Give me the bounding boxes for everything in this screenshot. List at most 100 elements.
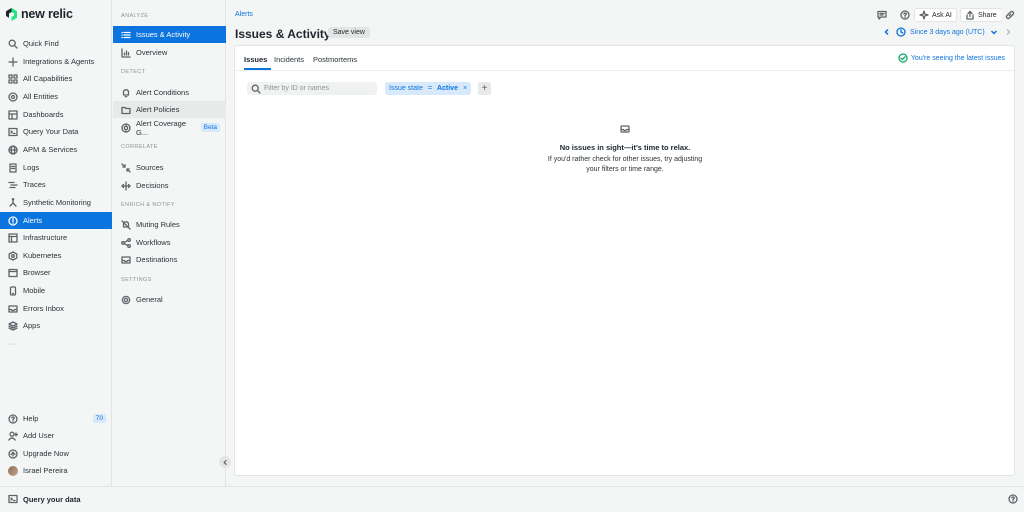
- nav-item-synthetic-monitoring[interactable]: Synthetic Monitoring: [0, 194, 112, 211]
- help-icon: [8, 413, 18, 424]
- time-range-picker: Since 3 days ago (UTC): [882, 26, 1013, 38]
- nav-item-label: Quick Find: [23, 39, 59, 48]
- feedback-button[interactable]: [873, 8, 891, 22]
- link-icon: [1005, 10, 1015, 20]
- nav-item-browser[interactable]: Browser: [0, 264, 112, 281]
- query-your-data-label: Query your data: [23, 494, 81, 504]
- nav-item-label: Infrastructure: [23, 233, 68, 242]
- subnav-item-general[interactable]: General: [113, 291, 226, 308]
- help-count-badge: 70: [92, 414, 106, 423]
- time-prev-button[interactable]: [882, 26, 892, 38]
- gear-icon: [121, 295, 131, 305]
- nav-item-apps[interactable]: Apps: [0, 317, 112, 334]
- infrastructure-icon: [8, 232, 18, 243]
- nav-item-integrations-agents[interactable]: Integrations & Agents: [0, 53, 112, 70]
- nav-item-quick-find[interactable]: Quick Find: [0, 35, 112, 52]
- sources-icon: [121, 162, 131, 173]
- alert-icon: [8, 215, 18, 226]
- nav-item-upgrade-now[interactable]: Upgrade Now: [0, 445, 112, 462]
- tab-issues[interactable]: Issues: [244, 55, 267, 64]
- nav-item-query-your-data[interactable]: Query Your Data: [0, 123, 112, 140]
- time-range-dropdown[interactable]: [989, 26, 999, 38]
- share-button[interactable]: Share: [960, 8, 1002, 22]
- subnav-item-alert-policies[interactable]: Alert Policies: [113, 101, 226, 118]
- coverage-icon: [121, 122, 131, 133]
- search-icon: [251, 84, 261, 94]
- nav-item-all-capabilities[interactable]: All Capabilities: [0, 70, 112, 87]
- nav-item-all-entities[interactable]: All Entities: [0, 88, 112, 105]
- save-view-button[interactable]: Save view: [328, 27, 370, 38]
- nav-item-infrastructure[interactable]: Infrastructure: [0, 229, 112, 246]
- empty-state: No issues in sight—it's time to relax. I…: [545, 124, 705, 175]
- time-range-label[interactable]: Since 3 days ago (UTC): [910, 29, 985, 36]
- nav-item-mobile[interactable]: Mobile: [0, 282, 112, 299]
- nav-item-dashboards[interactable]: Dashboards: [0, 106, 112, 123]
- nav-item-traces[interactable]: Traces: [0, 176, 112, 193]
- nav-item-logs[interactable]: Logs: [0, 159, 112, 176]
- remove-filter-button[interactable]: ×: [463, 85, 467, 92]
- tab-postmortems[interactable]: Postmortems: [313, 55, 357, 64]
- page-title: Issues & Activity: [235, 27, 331, 41]
- subnav-item-decisions[interactable]: Decisions: [113, 177, 226, 194]
- nav-item-label: Help: [23, 414, 39, 423]
- subnav-item-muting-rules[interactable]: Muting Rules: [113, 216, 226, 233]
- section-heading-detect: DETECT: [121, 69, 146, 75]
- nav-item-apm-services[interactable]: APM & Services: [0, 141, 112, 158]
- filter-search-box[interactable]: [247, 82, 377, 95]
- synthetic-icon: [8, 197, 18, 208]
- dashboard-icon: [8, 109, 18, 120]
- issue-state-filter-chip[interactable]: Issue state = Active ×: [385, 82, 472, 95]
- nav-item-kubernetes[interactable]: Kubernetes: [0, 247, 112, 264]
- subnav-item-label: Alert Conditions: [136, 88, 189, 97]
- logs-icon: [8, 162, 18, 173]
- subnav-item-label: Alert Coverage G...: [136, 118, 187, 137]
- help-icon: [900, 10, 910, 20]
- subnav-item-alert-coverage[interactable]: Alert Coverage G... Beta: [113, 118, 226, 137]
- subnav-item-issues-activity[interactable]: Issues & Activity: [113, 26, 226, 43]
- time-next-button[interactable]: [1003, 26, 1013, 38]
- filter-chip-key: Issue state: [389, 85, 423, 92]
- nav-more-button[interactable]: ···: [0, 335, 112, 352]
- help-button[interactable]: [896, 8, 914, 22]
- nav-item-add-user[interactable]: Add User: [0, 427, 112, 444]
- inbox-icon: [620, 124, 630, 134]
- query-your-data-button[interactable]: Query your data: [8, 494, 81, 504]
- nav-item-user-profile[interactable]: Israel Pereira: [0, 462, 112, 479]
- alerts-secondary-nav: ANALYZE Issues & Activity Overview DETEC…: [113, 0, 226, 486]
- grid-icon: [8, 73, 18, 84]
- nav-item-label: All Entities: [23, 92, 59, 101]
- tab-incidents[interactable]: Incidents: [274, 55, 304, 64]
- nav-item-alerts[interactable]: Alerts: [0, 212, 112, 229]
- mobile-icon: [8, 285, 18, 296]
- nav-item-label: Apps: [23, 321, 41, 330]
- nav-item-label: Synthetic Monitoring: [23, 198, 91, 207]
- section-heading-enrich-notify: ENRICH & NOTIFY: [121, 202, 175, 208]
- new-relic-logo[interactable]: new relic: [6, 7, 73, 21]
- bottom-help-button[interactable]: [1008, 494, 1018, 506]
- globe-icon: [8, 144, 18, 155]
- empty-state-description: If you'd rather check for other issues, …: [547, 156, 703, 174]
- nav-item-label: Upgrade Now: [23, 449, 69, 458]
- nav-item-label: Query Your Data: [23, 127, 79, 136]
- new-relic-logo-icon: [6, 7, 17, 21]
- subnav-item-sources[interactable]: Sources: [113, 159, 226, 176]
- breadcrumb[interactable]: Alerts: [235, 11, 253, 18]
- subnav-item-workflows[interactable]: Workflows: [113, 234, 226, 251]
- upgrade-icon: [8, 448, 18, 459]
- browser-icon: [8, 268, 18, 278]
- subnav-item-alert-conditions[interactable]: Alert Conditions: [113, 84, 226, 101]
- filter-input[interactable]: [264, 85, 374, 92]
- subnav-item-overview[interactable]: Overview: [113, 44, 226, 61]
- subnav-item-label: Decisions: [136, 181, 169, 190]
- ask-ai-button[interactable]: Ask AI: [914, 8, 957, 22]
- add-filter-button[interactable]: +: [478, 82, 491, 95]
- nav-item-help[interactable]: Help 70: [0, 410, 112, 427]
- empty-state-title: No issues in sight—it's time to relax.: [559, 143, 691, 152]
- ask-ai-label: Ask AI: [932, 11, 952, 19]
- copy-link-button[interactable]: [1001, 8, 1019, 22]
- traces-icon: [8, 180, 18, 190]
- subnav-item-destinations[interactable]: Destinations: [113, 251, 226, 268]
- chevron-down-icon: [990, 30, 997, 35]
- nav-item-errors-inbox[interactable]: Errors Inbox: [0, 300, 112, 317]
- nav-item-label: Alerts: [23, 216, 43, 225]
